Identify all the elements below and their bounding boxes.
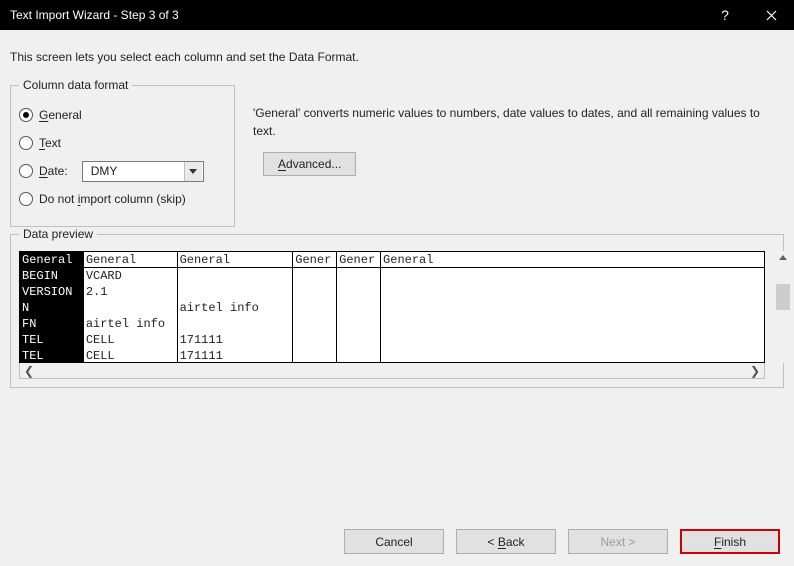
radio-skip-indicator	[19, 192, 33, 206]
help-button[interactable]: ?	[702, 0, 748, 30]
scroll-left-icon: ❮	[24, 364, 34, 378]
preview-header-cell[interactable]: Gener	[293, 252, 337, 267]
chevron-down-icon	[189, 169, 197, 174]
preview-header-cell[interactable]: General	[178, 252, 294, 267]
preview-cell	[178, 268, 294, 284]
preview-cell: airtel info	[178, 300, 294, 316]
radio-date-indicator	[19, 164, 33, 178]
preview-header-row: General General General Gener Gener Gene…	[20, 252, 764, 268]
preview-cell	[381, 332, 764, 348]
scroll-right-icon: ❯	[750, 364, 760, 378]
preview-cell	[337, 316, 381, 332]
preview-data-row: TELCELL171111	[20, 348, 764, 363]
preview-grid[interactable]: General General General Gener Gener Gene…	[19, 251, 765, 363]
date-format-value: DMY	[83, 164, 183, 178]
finish-label: Finish	[714, 535, 746, 549]
radio-skip-label: Do not import column (skip)	[39, 192, 186, 206]
radio-general-label: General	[39, 108, 82, 122]
preview-cell	[337, 284, 381, 300]
preview-cell	[381, 316, 764, 332]
back-label: < Back	[487, 535, 524, 549]
preview-cell	[381, 284, 764, 300]
advanced-button[interactable]: Advanced...	[263, 152, 356, 176]
preview-cell	[293, 268, 337, 284]
preview-cell	[337, 268, 381, 284]
preview-data-row: TELCELL171111	[20, 332, 764, 348]
vertical-scroll-thumb[interactable]	[776, 284, 790, 310]
radio-skip[interactable]: Do not import column (skip)	[19, 190, 226, 208]
cancel-label: Cancel	[375, 535, 412, 549]
preview-cell	[381, 268, 764, 284]
data-preview-legend: Data preview	[19, 227, 97, 241]
preview-cell	[178, 316, 294, 332]
preview-data-row: Nairtel info	[20, 300, 764, 316]
column-data-format-group: Column data format General Text Date: DM…	[10, 78, 235, 227]
preview-cell	[293, 316, 337, 332]
radio-text-indicator	[19, 136, 33, 150]
date-format-select[interactable]: DMY	[82, 161, 204, 182]
preview-cell: VERSION	[20, 284, 84, 300]
titlebar-controls: ?	[702, 0, 794, 30]
preview-data-row: FNairtel info	[20, 316, 764, 332]
preview-cell	[293, 348, 337, 363]
preview-cell	[293, 284, 337, 300]
preview-cell: CELL	[84, 332, 178, 348]
date-format-dropdown-button[interactable]	[184, 162, 202, 181]
back-button[interactable]: < Back	[456, 529, 556, 554]
preview-header-cell[interactable]: General	[20, 252, 84, 267]
radio-text[interactable]: Text	[19, 134, 226, 152]
preview-cell: 171111	[178, 348, 294, 363]
radio-general-indicator	[19, 108, 33, 122]
preview-cell: 2.1	[84, 284, 178, 300]
preview-cell: airtel info	[84, 316, 178, 332]
preview-cell	[178, 284, 294, 300]
dialog-footer: Cancel < Back Next > Finish	[344, 529, 780, 554]
preview-cell: TEL	[20, 332, 84, 348]
preview-cell	[337, 332, 381, 348]
preview-cell	[293, 332, 337, 348]
preview-cell: BEGIN	[20, 268, 84, 284]
radio-text-label: Text	[39, 136, 61, 150]
preview-cell	[381, 348, 764, 363]
preview-cell	[337, 300, 381, 316]
preview-header-cell[interactable]: General	[84, 252, 178, 267]
preview-header-cell[interactable]: Gener	[337, 252, 381, 267]
preview-cell: 171111	[178, 332, 294, 348]
vertical-scrollbar[interactable]	[775, 251, 791, 363]
preview-cell	[293, 300, 337, 316]
next-label: Next >	[600, 535, 635, 549]
radio-general[interactable]: General	[19, 106, 226, 124]
finish-button[interactable]: Finish	[680, 529, 780, 554]
close-icon	[766, 10, 777, 21]
scroll-up-icon	[779, 255, 787, 260]
window-title: Text Import Wizard - Step 3 of 3	[10, 8, 179, 22]
preview-data-row: VERSION2.1	[20, 284, 764, 300]
preview-cell	[337, 348, 381, 363]
preview-data-row: BEGINVCARD	[20, 268, 764, 284]
advanced-button-label: Advanced...	[278, 157, 341, 171]
preview-cell: FN	[20, 316, 84, 332]
column-format-legend: Column data format	[19, 78, 132, 92]
data-preview-group: Data preview General General General Gen…	[10, 227, 784, 388]
format-description: 'General' converts numeric values to num…	[253, 104, 784, 140]
titlebar: Text Import Wizard - Step 3 of 3 ?	[0, 0, 794, 30]
next-button: Next >	[568, 529, 668, 554]
horizontal-scrollbar[interactable]: ❮ ❯	[19, 363, 765, 379]
preview-cell: CELL	[84, 348, 178, 363]
radio-date[interactable]: Date: DMY	[19, 162, 226, 180]
preview-cell	[84, 300, 178, 316]
preview-cell: N	[20, 300, 84, 316]
preview-cell	[381, 300, 764, 316]
close-button[interactable]	[748, 0, 794, 30]
instruction-text: This screen lets you select each column …	[10, 50, 784, 64]
preview-header-cell[interactable]: General	[381, 252, 764, 267]
preview-cell: VCARD	[84, 268, 178, 284]
radio-date-label: Date:	[39, 164, 68, 178]
preview-cell: TEL	[20, 348, 84, 363]
cancel-button[interactable]: Cancel	[344, 529, 444, 554]
